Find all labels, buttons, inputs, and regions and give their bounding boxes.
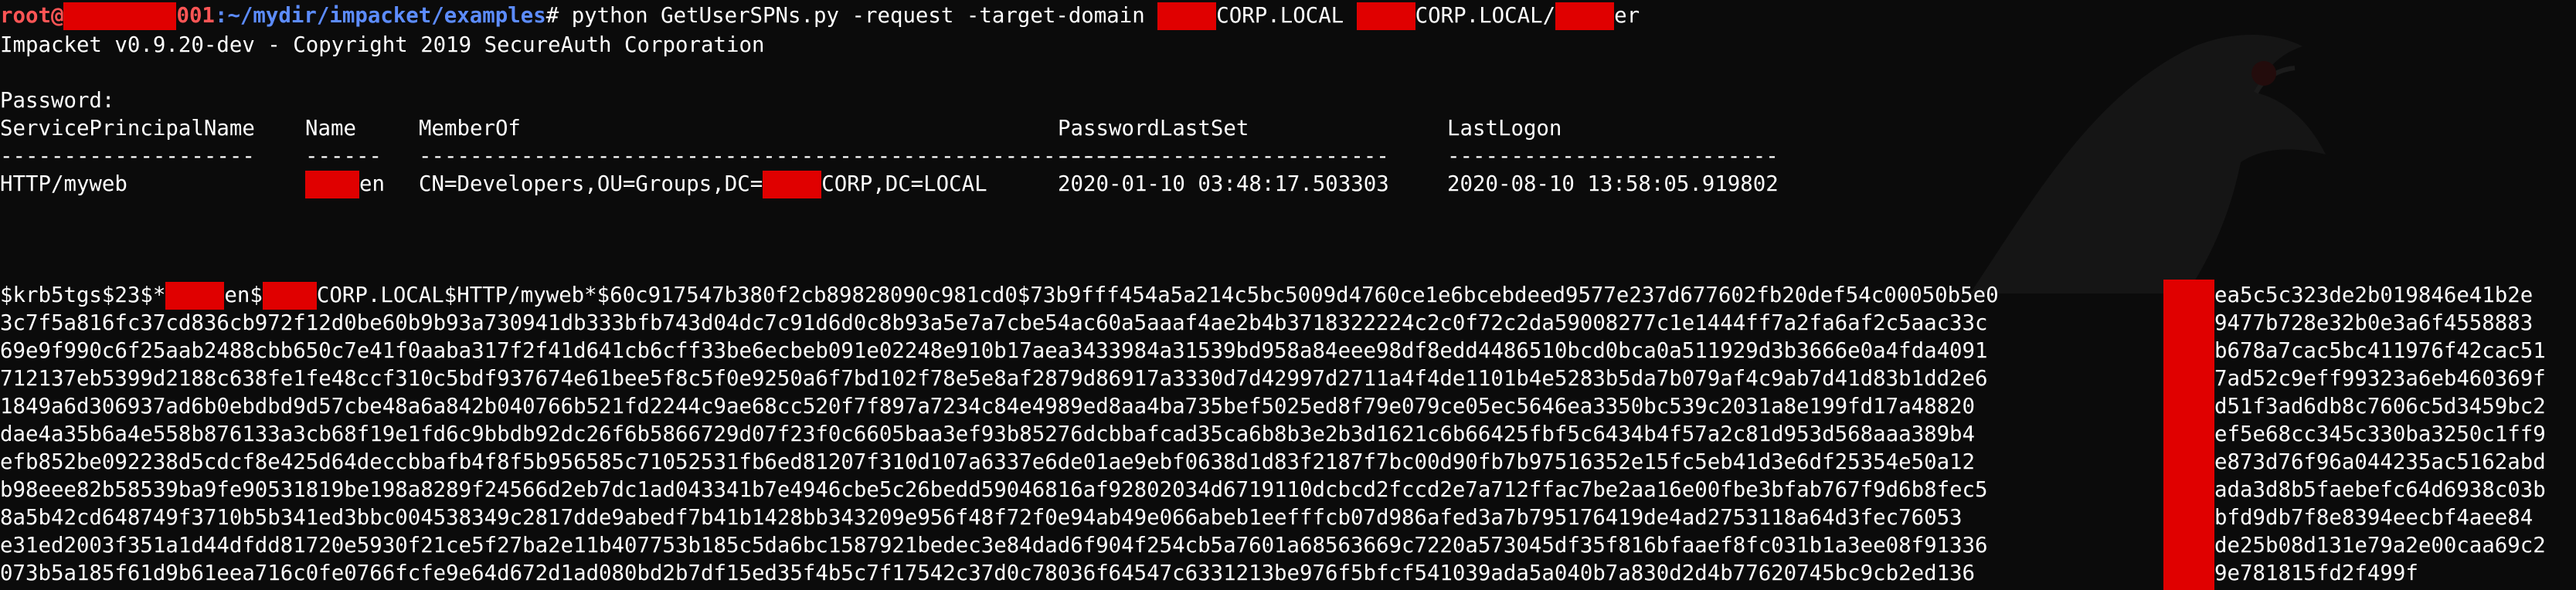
hash-mid2: CORP.LOCAL$HTTP/myweb*$60c917547b380f2cb… <box>316 283 1999 307</box>
terminal-window[interactable]: root@ 001:~/mydir/impacket/examples# pyth… <box>0 0 2576 590</box>
command-text-3: CORP.LOCAL/ <box>1415 4 1556 28</box>
hash-line-tail: 9e781815fd2f499f <box>2214 561 2418 585</box>
command-text: python GetUserSPNs.py -request -target-d… <box>571 4 1158 28</box>
hash-line-tail: de25b08d131e79a2e00caa69c2 <box>2214 534 2546 558</box>
redaction-column <box>2163 280 2214 590</box>
header-spn: ServicePrincipalName <box>0 117 255 141</box>
prompt-path: ~/mydir/impacket/examples <box>227 4 546 28</box>
hash-line: b98eee82b58539ba9fe90531819be198a8289f24… <box>0 478 1988 502</box>
prompt-user: root@ <box>0 4 64 28</box>
redaction-bar <box>262 282 317 310</box>
redaction-bar <box>165 282 225 310</box>
prompt-host-suffix: 001 <box>176 4 215 28</box>
hash-line: dae4a35b6a4e558b876133a3cb68f19e1fd6c9bb… <box>0 422 1976 446</box>
banner-text: Impacket v0.9.20-dev - Copyright 2019 Se… <box>0 33 765 57</box>
hash-line-tail: e873d76f96a044235ac5162abd <box>2214 450 2546 474</box>
row-name: en <box>305 171 385 198</box>
command-line: root@ 001:~/mydir/impacket/examples# pyth… <box>0 2 1640 30</box>
header-memberof: MemberOf <box>419 117 521 141</box>
hash-line-tail: d51f3ad6db8c7606c5d3459bc2 <box>2214 395 2546 419</box>
redaction-bar <box>1555 2 1615 30</box>
row-passwordlastset: 2020-01-10 03:48:17.503303 <box>1058 172 1389 196</box>
row-spn: HTTP/myweb <box>0 172 127 196</box>
hash-line: 8a5b42cd648749f3710b5b341ed3bbc004538349… <box>0 506 1963 530</box>
command-text-2: CORP.LOCAL <box>1216 4 1357 28</box>
redaction-bar <box>305 171 359 198</box>
hash-line-first: $krb5tgs$23$* en$ CORP.LOCAL$HTTP/myweb*$6… <box>0 282 1999 310</box>
hash-line-tail: ada3d8b5faebefc64d6938c03b <box>2214 478 2546 502</box>
hash-line: 1849a6d306937ad6b0ebdbd9d57cbe48a6a842b0… <box>0 395 1976 419</box>
hash-line-tail: 9477b728e32b0e3a6f4558883 <box>2214 311 2534 335</box>
redaction-bar <box>763 171 822 198</box>
hash-line: 712137eb5399d2188c638fe1fe48ccf310c5bdf9… <box>0 367 1988 391</box>
kali-dragon-watermark-icon <box>1970 35 2326 293</box>
header-lastlogon: LastLogon <box>1447 117 1562 141</box>
separator-passwordlastset: -------------------------- <box>1058 144 1389 168</box>
row-memberof-prefix: CN=Developers,OU=Groups,DC= <box>419 172 763 196</box>
separator-memberof: ----------------------------------------… <box>419 144 1158 168</box>
separator-spn: -------------------- <box>0 144 255 168</box>
hash-line: 3c7f5a816fc37cd836cb972f12d0be60b9b93a73… <box>0 311 1988 335</box>
separator-name: ------ <box>305 144 382 168</box>
redaction-bar <box>1356 2 1415 30</box>
redaction-bar <box>63 2 177 30</box>
prompt-sigil: # <box>545 4 572 28</box>
header-name: Name <box>305 117 356 141</box>
hash-line: efb852be092238d5cdcf8e425d64deccbbafb4f8… <box>0 450 1976 474</box>
row-memberof: CN=Developers,OU=Groups,DC= CORP,DC=LOCAL <box>419 171 987 198</box>
row-name-suffix: en <box>359 172 385 196</box>
hash-prefix: $krb5tgs$23$* <box>0 283 166 307</box>
password-prompt: Password: <box>0 89 115 113</box>
hash-line-tail: ef5e68cc345c330ba3250c1ff9 <box>2214 422 2546 446</box>
hash-line: e31ed2003f351a1d44dfdd81720e5930f21ce5f2… <box>0 534 1988 558</box>
hash-line: 69e9f990c6f25aab2488cbb650c7e41f0aaba317… <box>0 339 1988 363</box>
row-lastlogon: 2020-08-10 13:58:05.919802 <box>1447 172 1779 196</box>
prompt-sep: : <box>214 4 228 28</box>
hash-line-tail: bfd9db7f8e8394eecbf4aee84 <box>2214 506 2534 530</box>
header-passwordlastset: PasswordLastSet <box>1058 117 1249 141</box>
separator-lastlogon: -------------------------- <box>1447 144 1779 168</box>
command-text-4: er <box>1614 4 1640 28</box>
row-memberof-suffix: CORP,DC=LOCAL <box>821 172 987 196</box>
hash-line-tail: 7ad52c9eff99323a6eb460369f <box>2214 367 2546 391</box>
hash-line-tail: b678a7cac5bc411976f42cac51 <box>2214 339 2546 363</box>
redaction-bar <box>1157 2 1217 30</box>
hash-mid1: en$ <box>224 283 263 307</box>
hash-line: 073b5a185f61d9b61eea716c0fe0766fcfe9e64d… <box>0 561 1976 585</box>
hash-first-tail: ea5c5c323de2b019846e41b2e <box>2214 283 2534 307</box>
